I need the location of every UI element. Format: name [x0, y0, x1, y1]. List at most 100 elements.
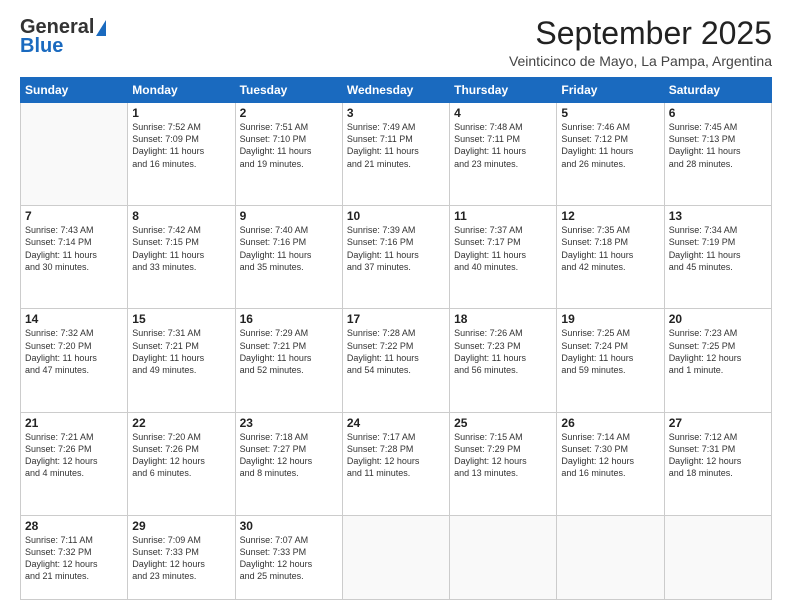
day-content: Sunrise: 7:45 AMSunset: 7:13 PMDaylight:… [669, 121, 767, 170]
calendar-cell: 8Sunrise: 7:42 AMSunset: 7:15 PMDaylight… [128, 206, 235, 309]
title-block: September 2025 Veinticinco de Mayo, La P… [509, 16, 772, 69]
month-title: September 2025 [509, 16, 772, 51]
day-content: Sunrise: 7:37 AMSunset: 7:17 PMDaylight:… [454, 224, 552, 273]
calendar-cell: 4Sunrise: 7:48 AMSunset: 7:11 PMDaylight… [450, 103, 557, 206]
day-content: Sunrise: 7:39 AMSunset: 7:16 PMDaylight:… [347, 224, 445, 273]
day-number: 1 [132, 106, 230, 120]
day-content: Sunrise: 7:40 AMSunset: 7:16 PMDaylight:… [240, 224, 338, 273]
col-thursday: Thursday [450, 78, 557, 103]
calendar-cell: 19Sunrise: 7:25 AMSunset: 7:24 PMDayligh… [557, 309, 664, 412]
day-content: Sunrise: 7:12 AMSunset: 7:31 PMDaylight:… [669, 431, 767, 480]
calendar-cell: 5Sunrise: 7:46 AMSunset: 7:12 PMDaylight… [557, 103, 664, 206]
day-content: Sunrise: 7:35 AMSunset: 7:18 PMDaylight:… [561, 224, 659, 273]
day-content: Sunrise: 7:29 AMSunset: 7:21 PMDaylight:… [240, 327, 338, 376]
calendar-cell: 14Sunrise: 7:32 AMSunset: 7:20 PMDayligh… [21, 309, 128, 412]
day-content: Sunrise: 7:31 AMSunset: 7:21 PMDaylight:… [132, 327, 230, 376]
day-content: Sunrise: 7:49 AMSunset: 7:11 PMDaylight:… [347, 121, 445, 170]
calendar-cell: 10Sunrise: 7:39 AMSunset: 7:16 PMDayligh… [342, 206, 449, 309]
day-number: 14 [25, 312, 123, 326]
calendar-week-0: 1Sunrise: 7:52 AMSunset: 7:09 PMDaylight… [21, 103, 772, 206]
day-number: 25 [454, 416, 552, 430]
logo: General Blue [20, 16, 106, 58]
col-saturday: Saturday [664, 78, 771, 103]
calendar-cell: 13Sunrise: 7:34 AMSunset: 7:19 PMDayligh… [664, 206, 771, 309]
day-content: Sunrise: 7:48 AMSunset: 7:11 PMDaylight:… [454, 121, 552, 170]
day-content: Sunrise: 7:28 AMSunset: 7:22 PMDaylight:… [347, 327, 445, 376]
day-number: 21 [25, 416, 123, 430]
logo-blue: Blue [20, 35, 63, 58]
day-number: 24 [347, 416, 445, 430]
calendar-cell: 18Sunrise: 7:26 AMSunset: 7:23 PMDayligh… [450, 309, 557, 412]
calendar-cell: 23Sunrise: 7:18 AMSunset: 7:27 PMDayligh… [235, 412, 342, 515]
calendar-cell: 25Sunrise: 7:15 AMSunset: 7:29 PMDayligh… [450, 412, 557, 515]
day-number: 30 [240, 519, 338, 533]
day-content: Sunrise: 7:32 AMSunset: 7:20 PMDaylight:… [25, 327, 123, 376]
calendar-cell: 21Sunrise: 7:21 AMSunset: 7:26 PMDayligh… [21, 412, 128, 515]
day-content: Sunrise: 7:11 AMSunset: 7:32 PMDaylight:… [25, 534, 123, 583]
calendar-cell [450, 515, 557, 599]
day-content: Sunrise: 7:43 AMSunset: 7:14 PMDaylight:… [25, 224, 123, 273]
calendar-cell: 2Sunrise: 7:51 AMSunset: 7:10 PMDaylight… [235, 103, 342, 206]
day-number: 23 [240, 416, 338, 430]
day-number: 5 [561, 106, 659, 120]
calendar-week-4: 28Sunrise: 7:11 AMSunset: 7:32 PMDayligh… [21, 515, 772, 599]
day-content: Sunrise: 7:52 AMSunset: 7:09 PMDaylight:… [132, 121, 230, 170]
calendar-cell: 17Sunrise: 7:28 AMSunset: 7:22 PMDayligh… [342, 309, 449, 412]
calendar-cell [342, 515, 449, 599]
calendar-cell: 15Sunrise: 7:31 AMSunset: 7:21 PMDayligh… [128, 309, 235, 412]
day-content: Sunrise: 7:15 AMSunset: 7:29 PMDaylight:… [454, 431, 552, 480]
calendar-table: Sunday Monday Tuesday Wednesday Thursday… [20, 77, 772, 600]
day-content: Sunrise: 7:21 AMSunset: 7:26 PMDaylight:… [25, 431, 123, 480]
calendar-week-1: 7Sunrise: 7:43 AMSunset: 7:14 PMDaylight… [21, 206, 772, 309]
calendar-cell: 24Sunrise: 7:17 AMSunset: 7:28 PMDayligh… [342, 412, 449, 515]
day-content: Sunrise: 7:23 AMSunset: 7:25 PMDaylight:… [669, 327, 767, 376]
col-wednesday: Wednesday [342, 78, 449, 103]
day-number: 26 [561, 416, 659, 430]
calendar-cell: 22Sunrise: 7:20 AMSunset: 7:26 PMDayligh… [128, 412, 235, 515]
col-sunday: Sunday [21, 78, 128, 103]
day-number: 20 [669, 312, 767, 326]
day-content: Sunrise: 7:18 AMSunset: 7:27 PMDaylight:… [240, 431, 338, 480]
day-number: 28 [25, 519, 123, 533]
day-content: Sunrise: 7:26 AMSunset: 7:23 PMDaylight:… [454, 327, 552, 376]
calendar-cell: 16Sunrise: 7:29 AMSunset: 7:21 PMDayligh… [235, 309, 342, 412]
day-number: 7 [25, 209, 123, 223]
day-content: Sunrise: 7:46 AMSunset: 7:12 PMDaylight:… [561, 121, 659, 170]
day-number: 10 [347, 209, 445, 223]
day-number: 27 [669, 416, 767, 430]
col-tuesday: Tuesday [235, 78, 342, 103]
day-number: 2 [240, 106, 338, 120]
calendar-cell: 9Sunrise: 7:40 AMSunset: 7:16 PMDaylight… [235, 206, 342, 309]
calendar-cell: 1Sunrise: 7:52 AMSunset: 7:09 PMDaylight… [128, 103, 235, 206]
calendar-cell: 27Sunrise: 7:12 AMSunset: 7:31 PMDayligh… [664, 412, 771, 515]
day-number: 6 [669, 106, 767, 120]
day-content: Sunrise: 7:25 AMSunset: 7:24 PMDaylight:… [561, 327, 659, 376]
logo-triangle-icon [96, 20, 106, 36]
calendar-cell: 3Sunrise: 7:49 AMSunset: 7:11 PMDaylight… [342, 103, 449, 206]
day-number: 8 [132, 209, 230, 223]
day-number: 9 [240, 209, 338, 223]
day-content: Sunrise: 7:20 AMSunset: 7:26 PMDaylight:… [132, 431, 230, 480]
calendar-cell: 11Sunrise: 7:37 AMSunset: 7:17 PMDayligh… [450, 206, 557, 309]
day-number: 16 [240, 312, 338, 326]
day-number: 13 [669, 209, 767, 223]
calendar-cell: 30Sunrise: 7:07 AMSunset: 7:33 PMDayligh… [235, 515, 342, 599]
col-friday: Friday [557, 78, 664, 103]
day-number: 11 [454, 209, 552, 223]
calendar-week-2: 14Sunrise: 7:32 AMSunset: 7:20 PMDayligh… [21, 309, 772, 412]
day-number: 18 [454, 312, 552, 326]
calendar-cell: 26Sunrise: 7:14 AMSunset: 7:30 PMDayligh… [557, 412, 664, 515]
calendar-cell [664, 515, 771, 599]
day-content: Sunrise: 7:42 AMSunset: 7:15 PMDaylight:… [132, 224, 230, 273]
calendar-cell: 7Sunrise: 7:43 AMSunset: 7:14 PMDaylight… [21, 206, 128, 309]
page-header: General Blue September 2025 Veinticinco … [20, 16, 772, 69]
day-content: Sunrise: 7:14 AMSunset: 7:30 PMDaylight:… [561, 431, 659, 480]
calendar-cell: 6Sunrise: 7:45 AMSunset: 7:13 PMDaylight… [664, 103, 771, 206]
day-number: 4 [454, 106, 552, 120]
day-content: Sunrise: 7:34 AMSunset: 7:19 PMDaylight:… [669, 224, 767, 273]
day-number: 15 [132, 312, 230, 326]
calendar-header-row: Sunday Monday Tuesday Wednesday Thursday… [21, 78, 772, 103]
location-subtitle: Veinticinco de Mayo, La Pampa, Argentina [509, 53, 772, 69]
col-monday: Monday [128, 78, 235, 103]
day-content: Sunrise: 7:51 AMSunset: 7:10 PMDaylight:… [240, 121, 338, 170]
